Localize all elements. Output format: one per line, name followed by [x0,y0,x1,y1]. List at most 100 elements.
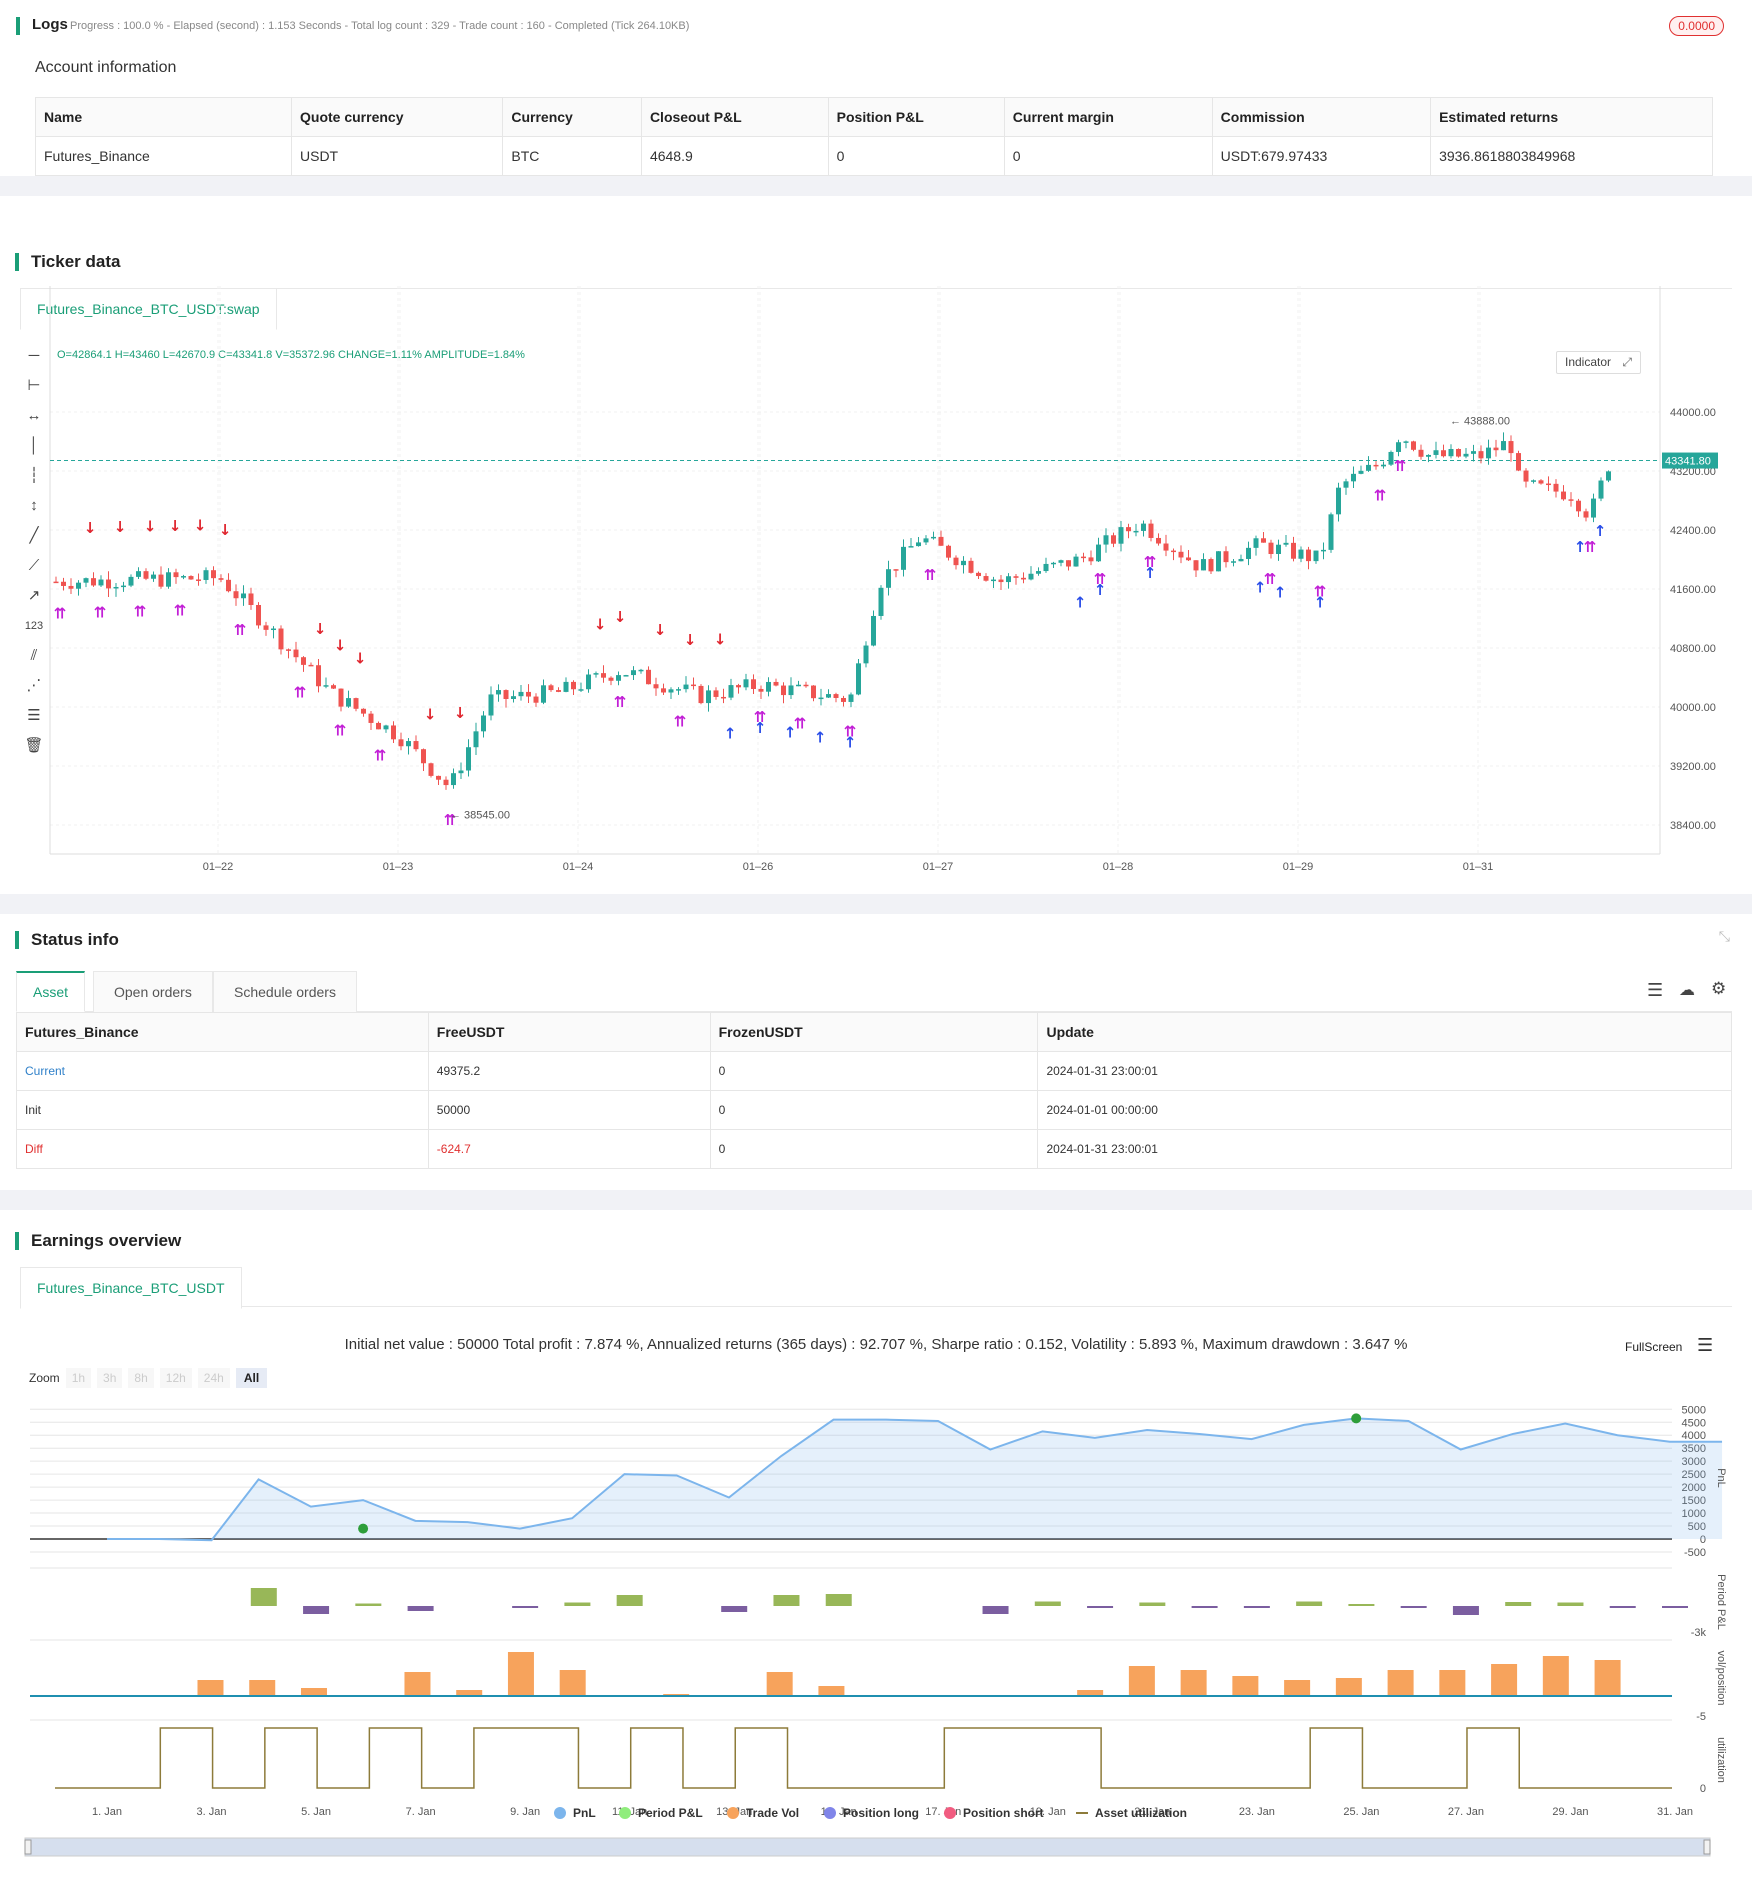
candle-body [136,571,141,577]
x-tick-label: 7. Jan [406,1806,436,1818]
high-note: ← 43888.00 [1450,415,1510,427]
short-marker-arrow: ↓ [614,608,627,626]
trade-vol-bar [507,1652,534,1696]
earnings-chart[interactable]: 5000450040003500300025002000150010005000… [0,1210,1752,1892]
candle-body [1216,551,1221,572]
candle-body [886,569,891,588]
candle-body [1163,543,1169,551]
candle-body [196,579,201,581]
navigator-track [24,1837,1711,1857]
candlestick-chart[interactable]: 44000.0043200.0042400.0041600.0040800.00… [0,196,1752,894]
pnl-max-point [1351,1413,1362,1424]
tab-asset[interactable]: Asset [16,971,86,1012]
candle-body [1478,451,1484,459]
low-note: ← 38545.00 [450,809,510,821]
candle-body [908,546,914,548]
collapse-icon[interactable]: ⤡ [1719,928,1730,945]
candle-body [916,542,921,547]
short-marker-arrow: ↓ [424,706,437,724]
candle-body [946,545,951,558]
candle-body [1013,576,1019,578]
close-marker-arrow: ⇈ [1394,457,1407,475]
status-cell: 2024-01-31 23:00:01 [1037,1051,1732,1091]
candle-body [256,604,261,626]
tab-open-orders[interactable]: Open orders [93,971,213,1013]
period-pnl-bar [512,1606,539,1608]
close-marker-arrow: ⇈ [674,712,687,730]
logs-summary: Progress : 100.0 % - Elapsed (second) : … [70,20,690,32]
candle-body [548,685,554,691]
candle-body [248,593,254,605]
x-tick-label: 25. Jan [1343,1806,1379,1818]
legend-item: Trade Vol [746,1806,799,1820]
candle-body [1358,470,1364,474]
trade-vol-bar [559,1670,586,1696]
candle-body [166,572,171,587]
candle-body [631,670,636,676]
cloud-download-icon[interactable]: ☁ [1679,980,1695,1000]
candle-body [556,690,561,692]
candle-body [1208,559,1214,572]
candle-body [361,708,366,714]
account-col-header: Quote currency [290,97,504,137]
candle-body [488,694,494,716]
status-cell: 2024-01-01 00:00:00 [1037,1090,1732,1130]
candle-body [878,587,884,616]
candle-body [1336,487,1341,515]
close-marker-arrow: ⇈ [374,747,387,765]
candle-body [586,674,591,690]
candle-body [781,685,786,696]
table-row: Current 49375.2 0 2024-01-31 23:00:01 [16,1051,1732,1091]
list-icon[interactable]: ☰ [1647,980,1663,1001]
x-tick-label: 23. Jan [1239,1806,1275,1818]
y-tick-label: 41600.00 [1670,584,1716,596]
x-tick-label: 9. Jan [510,1806,540,1818]
candle-body [931,536,936,539]
short-marker-arrow: ↓ [114,518,127,536]
account-col-header: Closeout P&L [640,97,829,137]
candle-body [173,572,179,578]
period-pnl-bar [982,1606,1009,1614]
legend-item: Position short [963,1806,1044,1820]
candle-body [1223,551,1229,563]
util-tick-label: 0 [1700,1783,1706,1795]
candle-body [1186,557,1191,561]
candle-body [1081,556,1086,559]
legend-swatch [944,1807,956,1819]
navigator-handle-left [24,1839,32,1855]
account-col-header: Position P&L [827,97,1005,137]
period-pnl-bar [303,1606,330,1614]
candle-body [68,585,74,589]
candle-body [1321,549,1326,552]
candle-body [1381,464,1386,467]
candle-body [473,731,479,748]
short-marker-arrow: ↓ [219,521,232,539]
candle-body [871,615,876,646]
candle-body [1366,464,1371,471]
short-marker-arrow: ↓ [144,518,157,536]
legend-item: Asset utilization [1095,1806,1187,1820]
period-pnl-bar [1609,1606,1636,1608]
period-pnl-bar [1662,1606,1688,1608]
price-tag: 43341.80 [1665,456,1711,468]
candle-body [376,722,381,730]
utilization-line [55,1727,1672,1789]
candle-body [1021,577,1026,580]
close-marker-arrow: ⇈ [94,603,107,621]
tab-schedule-orders[interactable]: Schedule orders [213,971,357,1013]
candle-body [203,570,209,580]
candle-body [788,685,794,696]
candle-body [758,688,764,692]
candle-body [601,673,606,678]
candle-body [428,763,434,776]
close-marker-arrow: ⇈ [1094,570,1107,588]
settings-gear-icon[interactable]: ⚙ [1711,979,1726,999]
candle-body [106,579,111,589]
asset-table: Futures_Binance FreeUSDT FrozenUSDT Update … [16,1012,1732,1169]
candle-body [736,685,741,688]
candle-body [848,694,854,702]
candle-body [1141,523,1146,531]
y-tick-label: 40000.00 [1670,702,1716,714]
candle-body [713,690,719,697]
x-tick-label: 01–26 [743,861,774,873]
